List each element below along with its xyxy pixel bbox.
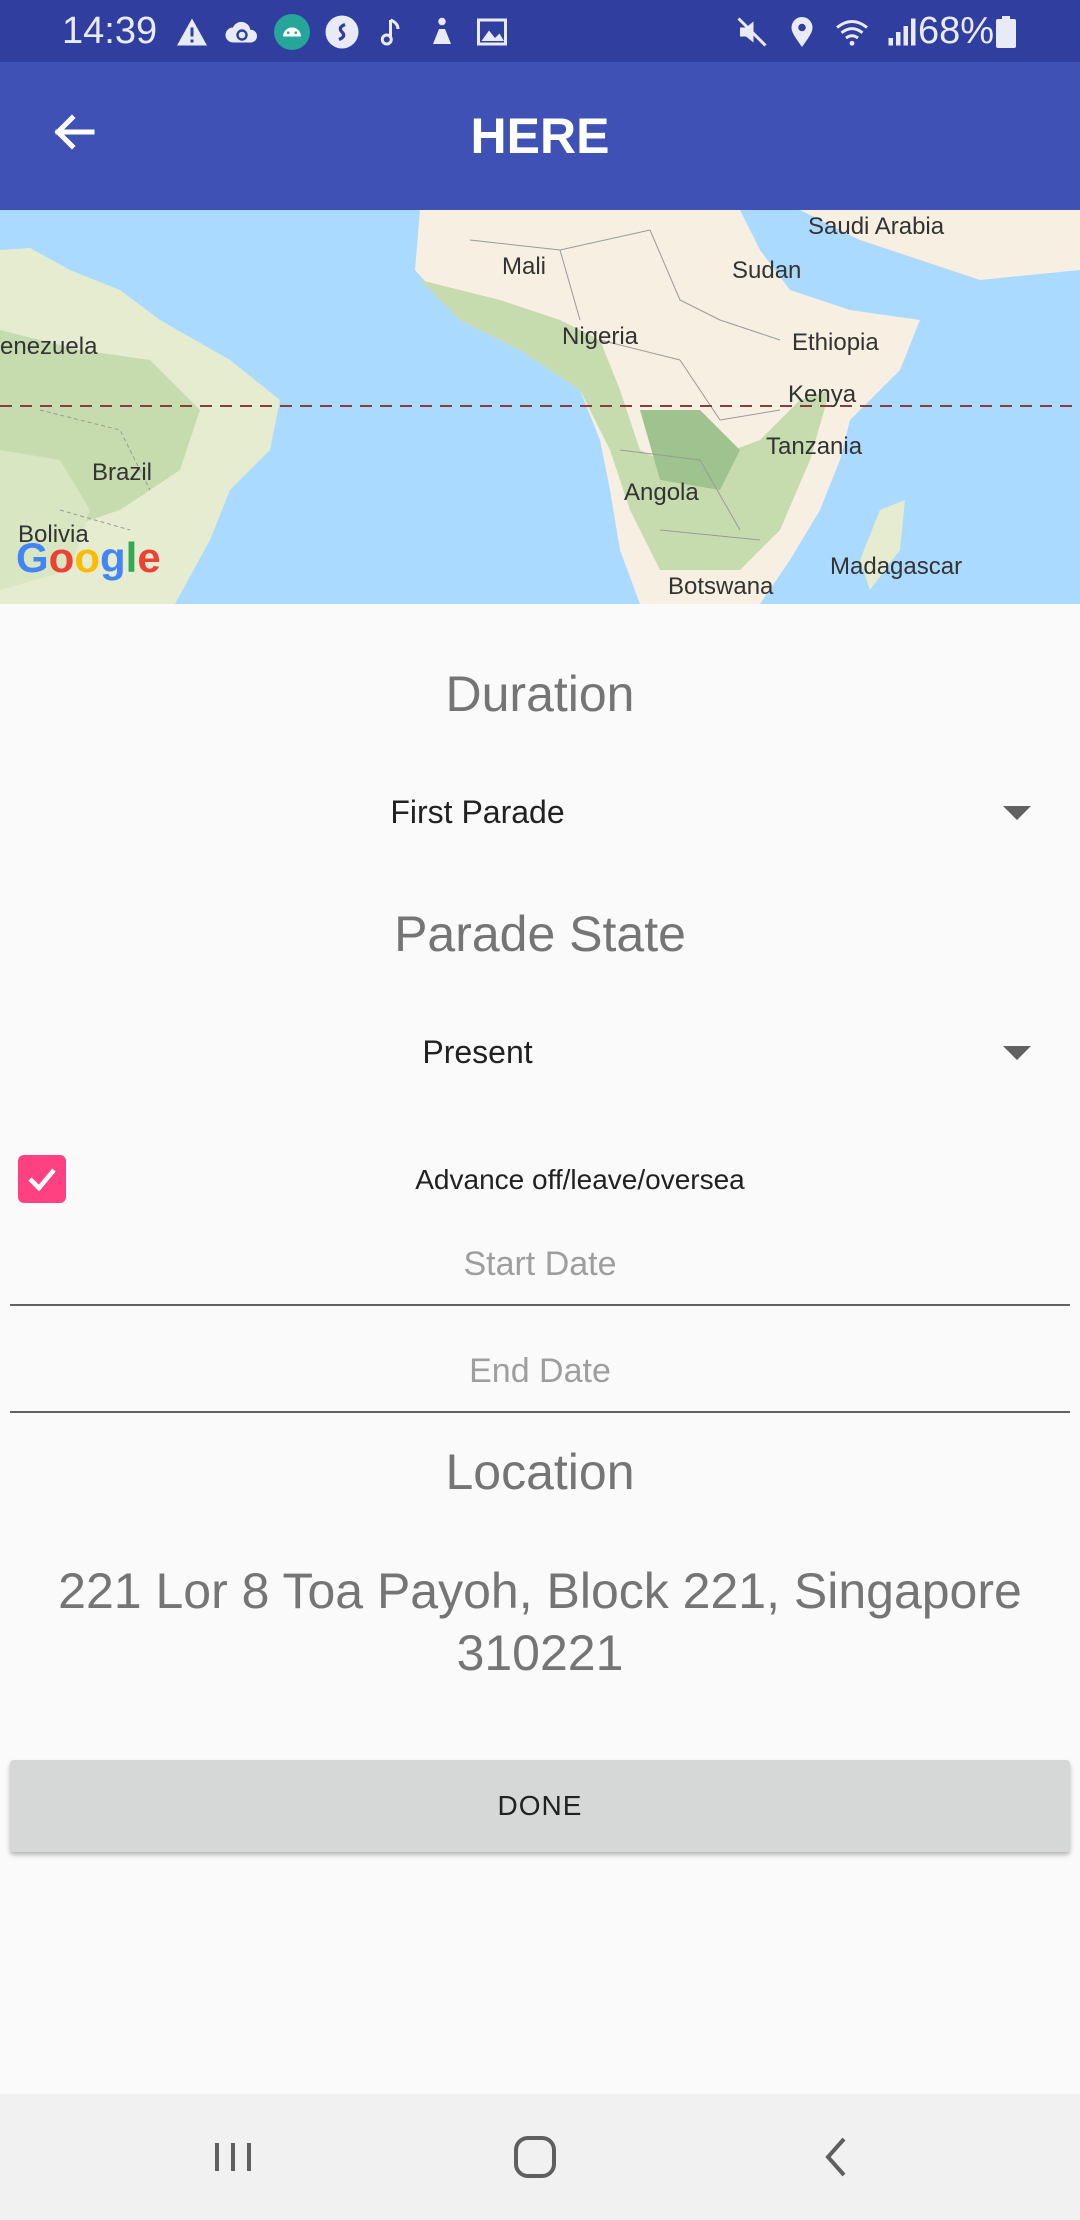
signal-icon — [884, 14, 920, 50]
map-label-mali: Mali — [502, 253, 546, 280]
map-label-sudan: Sudan — [732, 257, 801, 284]
battery-icon — [996, 16, 1016, 48]
location-icon — [784, 14, 820, 50]
address-line-2: 310221 — [456, 1625, 624, 1681]
end-date-placeholder: End Date — [469, 1352, 611, 1390]
field-underline — [10, 1304, 1070, 1306]
status-time: 14:39 — [62, 10, 158, 52]
map-view[interactable]: Saudi Arabia Mali Sudan enezuela Nigeria… — [0, 210, 1080, 604]
recent-apps-icon[interactable] — [203, 2127, 263, 2187]
svg-text:Google: Google — [16, 534, 161, 581]
map-label-angola: Angola — [624, 479, 699, 506]
map-label-venezuela: enezuela — [0, 333, 98, 360]
map-label-brazil: Brazil — [92, 459, 152, 486]
status-bar: 14:39 68% — [0, 0, 1080, 62]
map-label-madagascar: Madagascar — [830, 553, 962, 580]
advance-leave-row: Advance off/leave/oversea — [0, 1152, 1080, 1212]
mute-icon — [734, 14, 770, 50]
dropdown-arrow-icon — [1003, 1046, 1031, 1060]
parade-state-value: Present — [422, 1034, 533, 1070]
map-label-botswana: Botswana — [668, 573, 774, 600]
wifi-icon — [834, 14, 870, 50]
map-label-saudi-arabia: Saudi Arabia — [808, 213, 945, 240]
duration-value: First Parade — [390, 794, 565, 830]
duration-title: Duration — [445, 666, 635, 722]
address-line-1: 221 Lor 8 Toa Payoh, Block 221, Singapor… — [58, 1563, 1022, 1619]
home-icon[interactable] — [505, 2127, 565, 2187]
map-label-kenya: Kenya — [788, 381, 857, 408]
dropdown-arrow-icon — [1003, 806, 1031, 820]
shazam-icon — [324, 14, 360, 50]
duration-spinner[interactable]: First Parade — [0, 772, 1080, 852]
map-label-nigeria: Nigeria — [562, 323, 639, 350]
battery-percentage: 68% — [918, 10, 995, 52]
advance-leave-label: Advance off/leave/oversea — [415, 1164, 745, 1195]
done-button[interactable]: DONE — [10, 1760, 1070, 1852]
back-icon[interactable] — [808, 2127, 868, 2187]
accessibility-icon — [424, 14, 460, 50]
system-icons — [734, 14, 934, 50]
music-note-icon — [374, 14, 410, 50]
location-title: Location — [445, 1444, 635, 1500]
page-title: HERE — [470, 108, 610, 164]
android-icon — [274, 14, 310, 50]
map-label-ethiopia: Ethiopia — [792, 329, 879, 356]
end-date-field[interactable]: End Date — [10, 1333, 1070, 1413]
image-icon — [474, 14, 510, 50]
parade-state-spinner[interactable]: Present — [0, 1012, 1080, 1092]
parade-state-title: Parade State — [394, 906, 686, 962]
cloud-sync-icon — [224, 14, 260, 50]
location-address: 221 Lor 8 Toa Payoh, Block 221, Singapor… — [0, 1560, 1080, 1684]
navigation-bar — [0, 2094, 1080, 2220]
map-label-tanzania: Tanzania — [766, 433, 863, 460]
start-date-field[interactable]: Start Date — [10, 1226, 1070, 1306]
warning-icon — [174, 14, 210, 50]
app-bar: HERE — [0, 62, 1080, 210]
notification-icons — [174, 14, 524, 50]
google-logo: Google — [16, 534, 161, 581]
start-date-placeholder: Start Date — [463, 1245, 617, 1283]
field-underline — [10, 1411, 1070, 1413]
